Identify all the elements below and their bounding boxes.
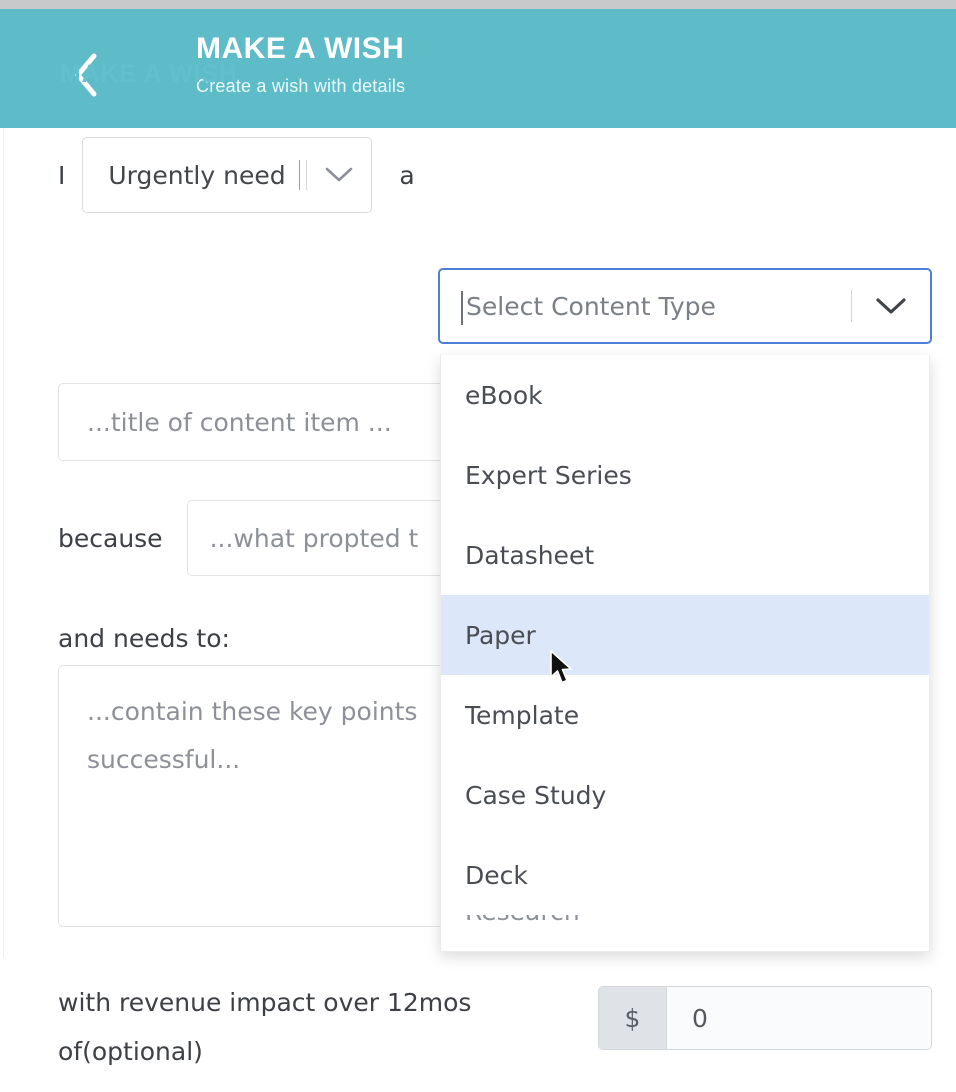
revenue-amount-group: $ 0 (598, 986, 932, 1050)
dropdown-option[interactable]: Case Study (441, 755, 929, 835)
dropdown-option-label: Research (465, 915, 580, 926)
key-points-placeholder-line2: successful... (87, 745, 241, 774)
dropdown-option[interactable]: Datasheet (441, 515, 929, 595)
content-type-placeholder: Select Content Type (466, 291, 716, 321)
dropdown-option[interactable]: Template (441, 675, 929, 755)
dropdown-option[interactable]: Research (441, 915, 929, 951)
dropdown-option[interactable]: Expert Series (441, 435, 929, 515)
content-type-select[interactable]: Select Content Type (438, 268, 932, 344)
left-edge-divider (3, 128, 4, 958)
dropdown-option-label: Template (465, 700, 580, 730)
because-placeholder: ...what propted t (209, 523, 419, 553)
dropdown-option-label: eBook (465, 380, 543, 410)
dropdown-option-label: Expert Series (465, 460, 632, 490)
dropdown-option-label: Paper (465, 620, 536, 650)
because-input[interactable]: ...what propted t (186, 500, 477, 576)
revenue-amount-input[interactable]: 0 (667, 987, 931, 1049)
urgency-select-value: Urgently need (108, 160, 286, 190)
dropdown-option-label: Case Study (465, 780, 607, 810)
urgency-select[interactable]: Urgently need (82, 137, 373, 213)
window-top-strip (0, 0, 956, 9)
because-row: because ...what propted t (58, 500, 477, 576)
section-heading: MAKE A WISH (60, 60, 238, 88)
urgency-text-caret (299, 160, 301, 190)
chevron-down-icon[interactable] (307, 166, 371, 184)
content-type-dropdown[interactable]: eBook Expert Series Datasheet Paper Template… (440, 355, 930, 952)
chevron-down-icon[interactable] (852, 296, 930, 316)
revenue-impact-label: with revenue impact over 12mos of(option… (58, 988, 472, 1066)
dropdown-option[interactable]: eBook (441, 355, 929, 435)
currency-prefix: $ (599, 987, 667, 1049)
content-title-input[interactable]: ...title of content item ... (58, 383, 473, 461)
wish-sentence-row: I Urgently need a (58, 137, 437, 213)
needs-to-label: and needs to: (58, 624, 230, 653)
content-title-placeholder: ...title of content item ... (87, 407, 392, 437)
sentence-word-i: I (58, 160, 66, 190)
content-type-text-caret (461, 291, 463, 325)
because-label: because (58, 523, 163, 553)
dropdown-option[interactable]: Deck (441, 835, 929, 915)
dropdown-option-label: Datasheet (465, 540, 595, 570)
key-points-textarea[interactable]: ...contain these key points successful..… (58, 665, 473, 927)
dropdown-option[interactable]: Paper (441, 595, 929, 675)
sentence-word-a: a (399, 160, 415, 190)
dropdown-option-label: Deck (465, 860, 528, 890)
key-points-placeholder-line1: ...contain these key points (87, 697, 418, 726)
